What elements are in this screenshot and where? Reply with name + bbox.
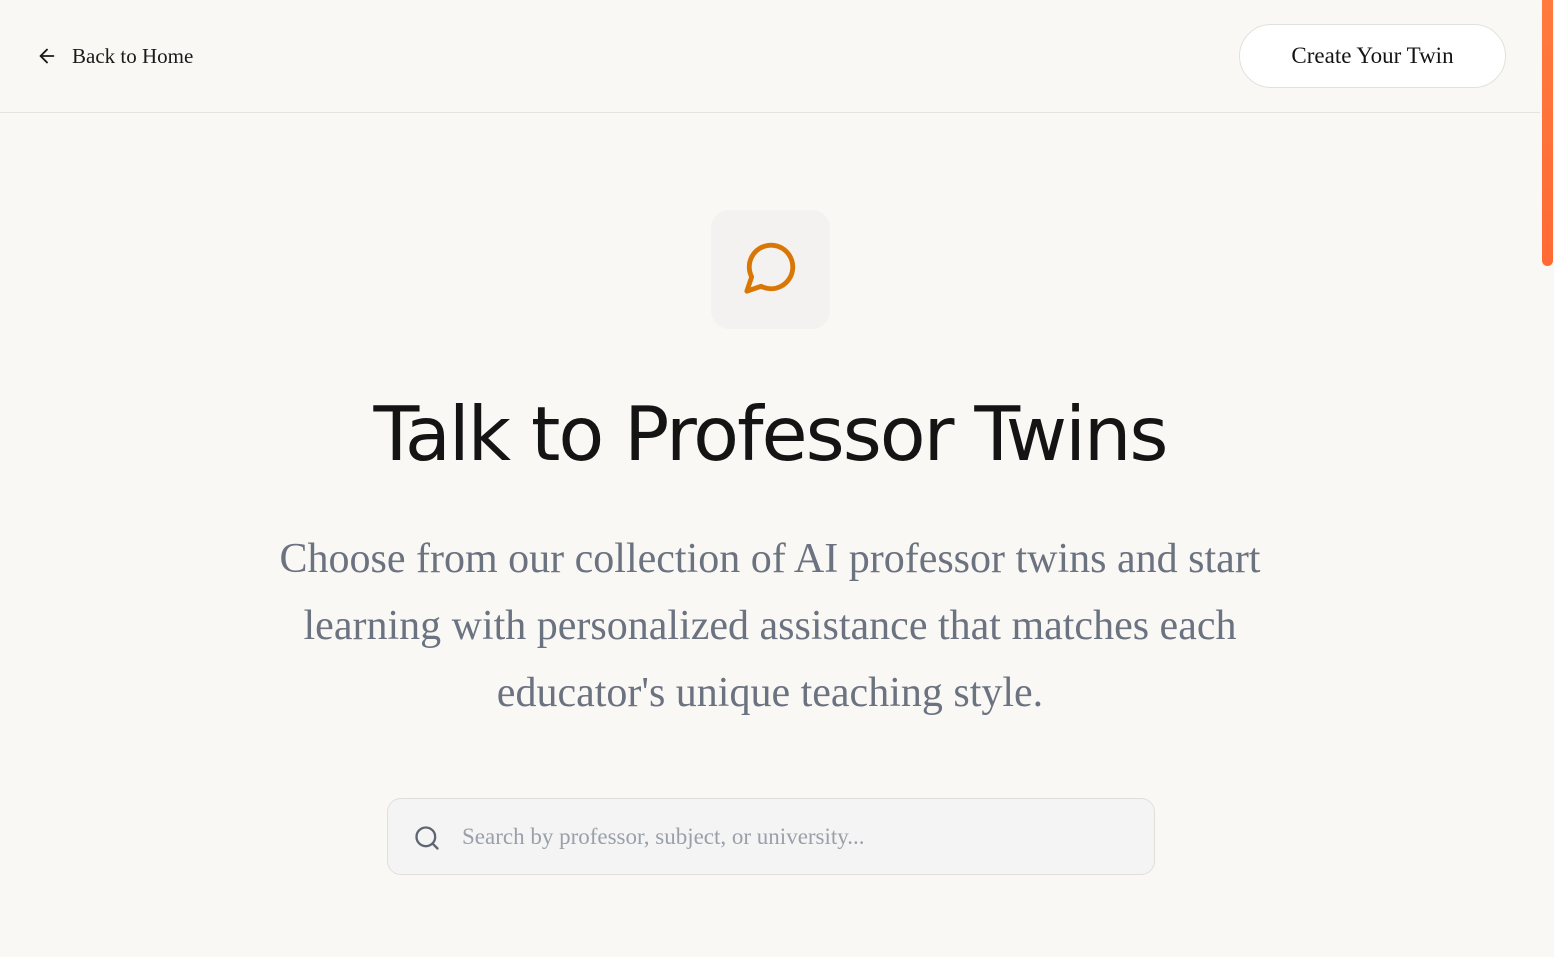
top-navigation-bar: Back to Home Create Your Twin bbox=[0, 0, 1540, 113]
page-subtitle: Choose from our collection of AI profess… bbox=[279, 536, 1261, 716]
arrow-left-icon bbox=[36, 45, 58, 67]
back-to-home-link[interactable]: Back to Home bbox=[36, 40, 193, 72]
hero-icon-tile bbox=[711, 210, 830, 329]
page-scrollbar-thumb[interactable] bbox=[1542, 0, 1553, 266]
back-to-home-label: Back to Home bbox=[72, 43, 194, 68]
search-input[interactable] bbox=[460, 799, 1140, 874]
page-title: Talk to Professor Twins bbox=[373, 390, 1168, 478]
create-your-twin-button[interactable]: Create Your Twin bbox=[1239, 24, 1506, 88]
search-icon bbox=[413, 824, 441, 852]
search-bar[interactable] bbox=[387, 798, 1155, 875]
message-circle-icon bbox=[742, 238, 800, 301]
